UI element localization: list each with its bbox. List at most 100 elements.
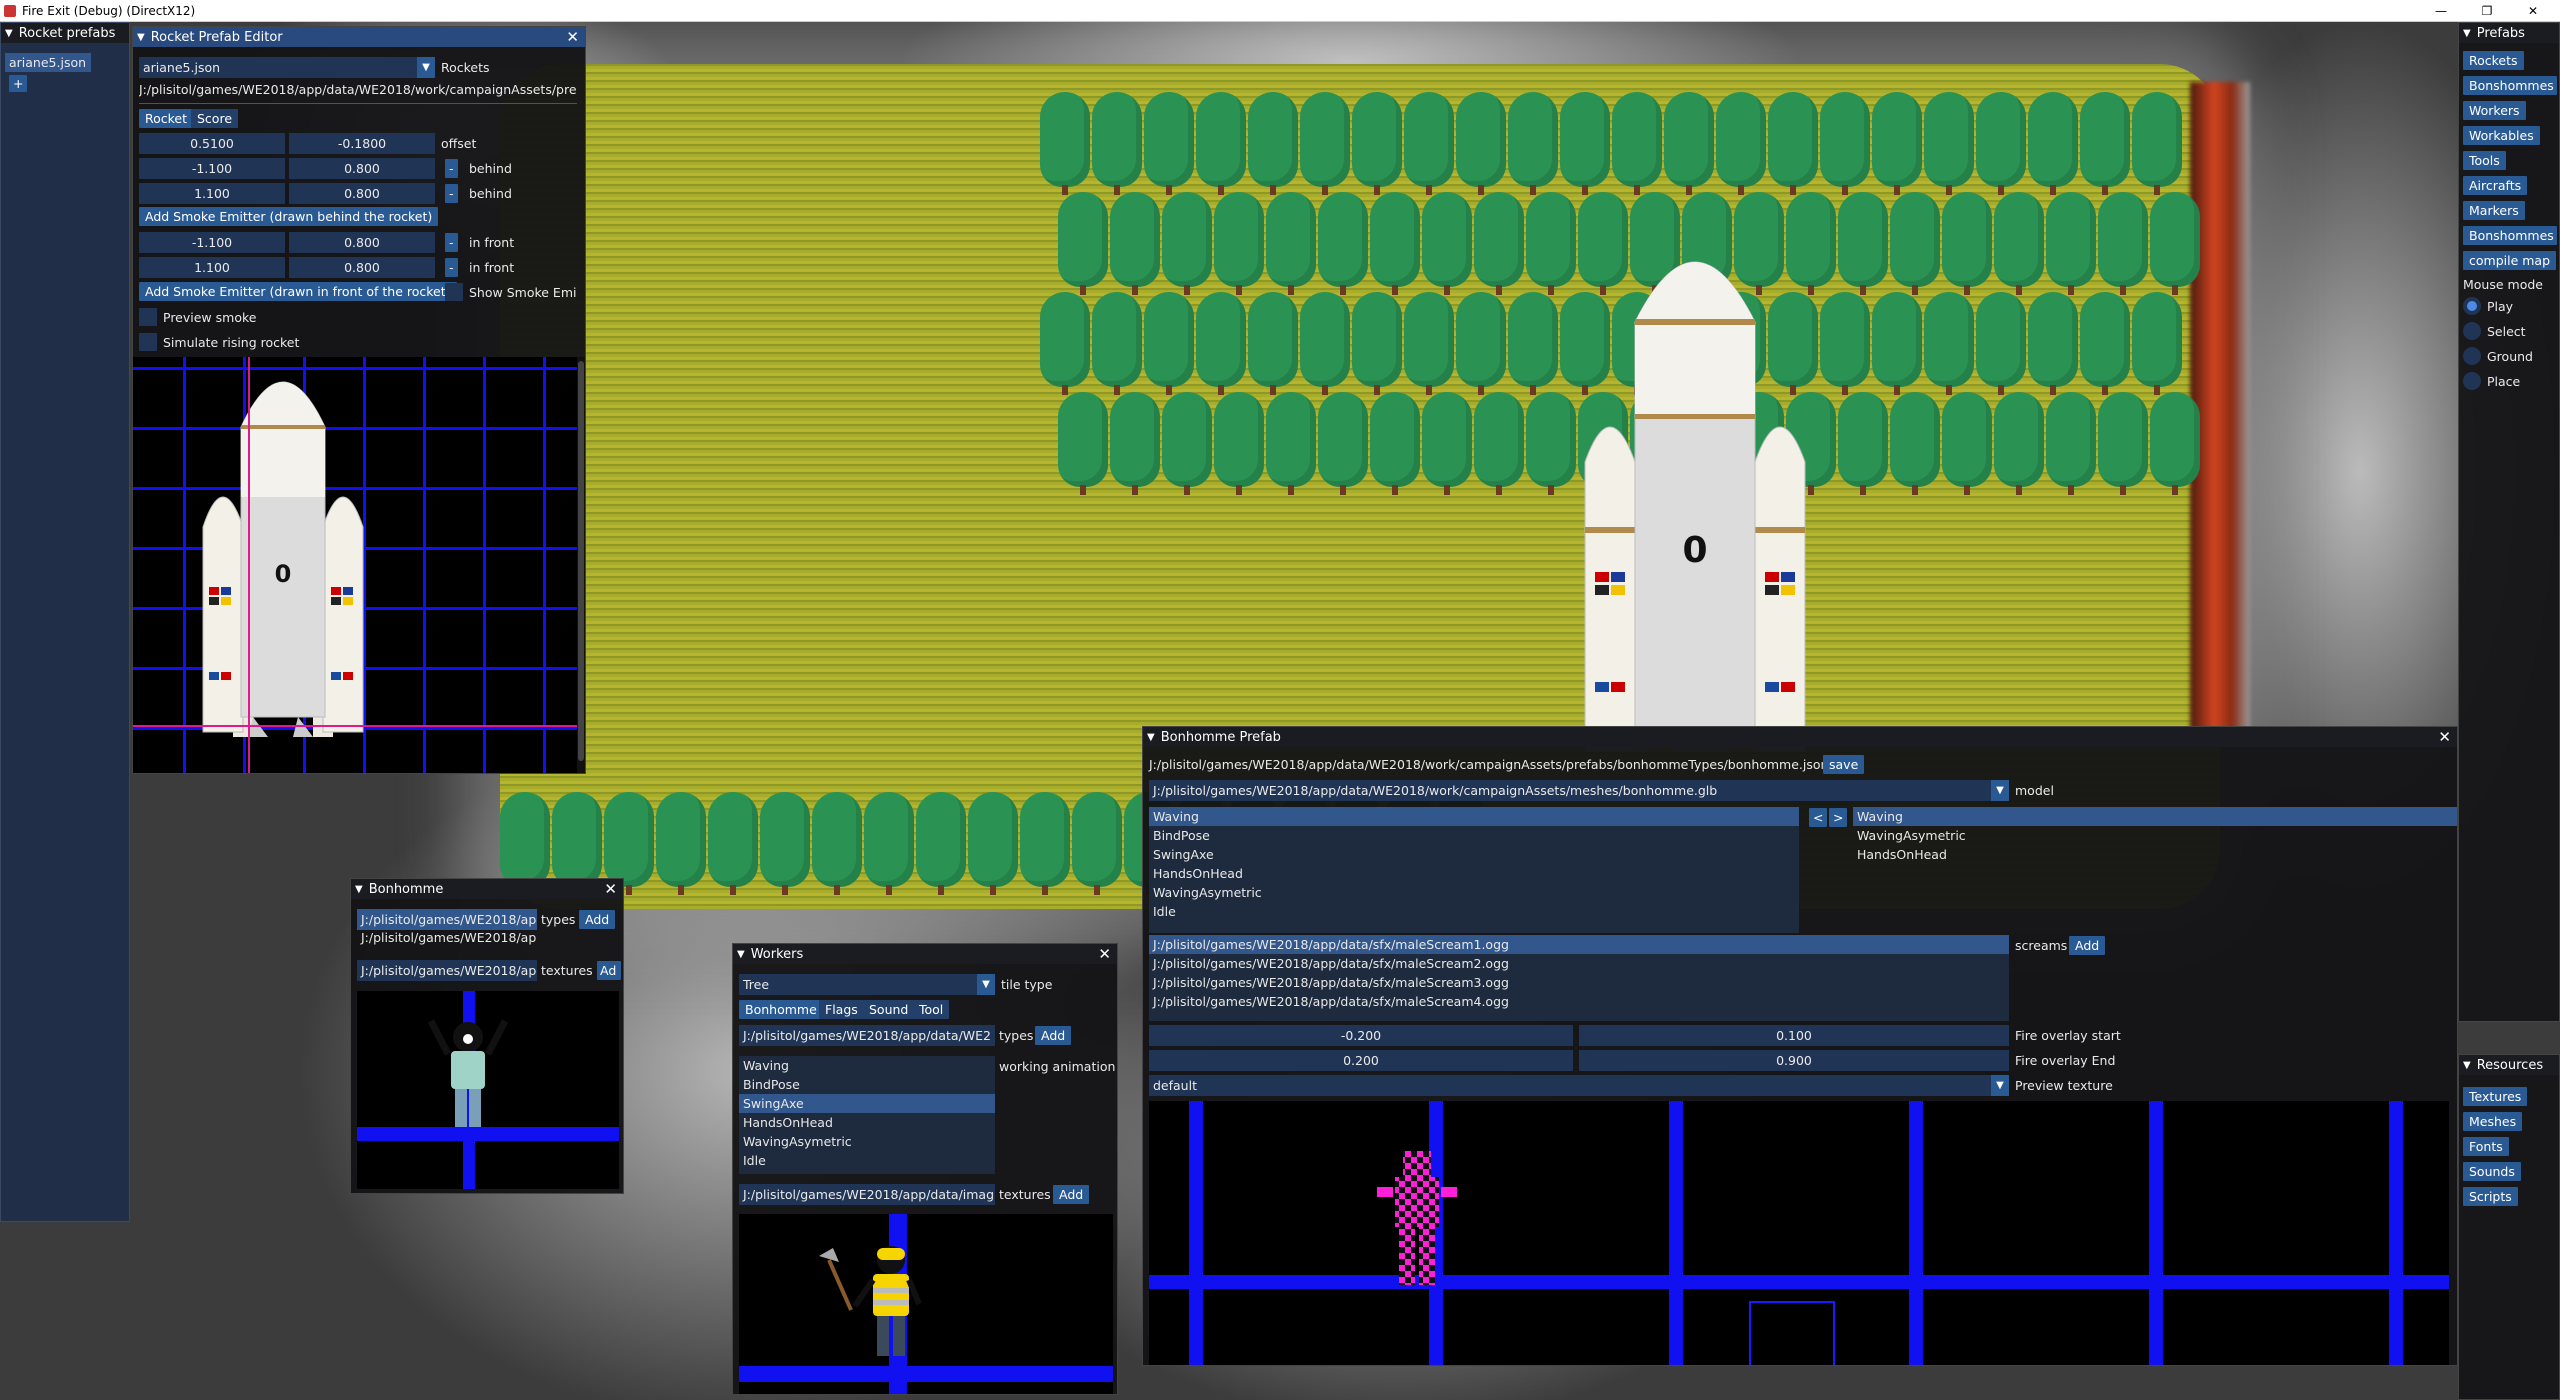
sidebar-item-tools[interactable]: Tools	[2463, 151, 2506, 170]
tab-rocket[interactable]: Rocket	[139, 109, 194, 128]
list-item[interactable]: Idle	[1149, 902, 1799, 921]
sidebar-item-bonshommes[interactable]: Bonshommes	[2463, 76, 2557, 95]
list-item[interactable]: WavingAsymetric	[1853, 826, 2457, 845]
tab-tool[interactable]: Tool	[913, 1000, 950, 1019]
front-emitter-x-input[interactable]: -1.100	[139, 232, 285, 253]
list-item[interactable]: HandsOnHead	[1149, 864, 1799, 883]
worker-texture-path[interactable]: J:/plisitol/games/WE2018/app/data/imag	[739, 1184, 995, 1205]
list-item[interactable]: WavingAsymetric	[739, 1132, 995, 1151]
add-texture-button[interactable]: Add	[1053, 1185, 1090, 1204]
front-emitter-y-input[interactable]: 0.800	[289, 257, 435, 278]
fire-overlay-end-a[interactable]: 0.200	[1149, 1050, 1573, 1071]
restore-icon[interactable]: ❐	[2464, 0, 2510, 22]
list-item[interactable]: Idle	[739, 1151, 995, 1170]
preview-smoke-checkbox[interactable]	[139, 308, 157, 326]
add-rocket-prefab-button[interactable]: +	[9, 75, 28, 92]
remove-emitter-button[interactable]: -	[445, 233, 458, 252]
mouse-mode-radio-place[interactable]	[2463, 372, 2481, 390]
fire-overlay-start-b[interactable]: 0.100	[1579, 1025, 2009, 1046]
sidebar-item-workers[interactable]: Workers	[2463, 101, 2526, 120]
list-item[interactable]: HandsOnHead	[739, 1113, 995, 1132]
list-item[interactable]: BindPose	[1149, 826, 1799, 845]
sidebar-item-aircrafts[interactable]: Aircrafts	[2463, 176, 2528, 195]
save-button[interactable]: save	[1823, 755, 1865, 774]
list-item[interactable]: Waving	[1149, 807, 1799, 826]
fire-overlay-start-a[interactable]: -0.200	[1149, 1025, 1573, 1046]
sidebar-item-fonts[interactable]: Fonts	[2463, 1137, 2509, 1156]
list-item[interactable]: HandsOnHead	[1853, 845, 2457, 864]
sidebar-item-rockets[interactable]: Rockets	[2463, 51, 2524, 70]
bonhomme-texture-path[interactable]: J:/plisitol/games/WE2018/ap	[357, 960, 537, 981]
sidebar-item-meshes[interactable]: Meshes	[2463, 1112, 2523, 1131]
close-window-icon[interactable]: ✕	[2510, 0, 2556, 22]
worker-type-path[interactable]: J:/plisitol/games/WE2018/app/data/WE2	[739, 1025, 995, 1046]
behind-emitter-y-input[interactable]: 0.800	[289, 158, 435, 179]
move-left-button[interactable]: <	[1809, 808, 1828, 827]
list-item[interactable]: Waving	[739, 1056, 995, 1075]
selected-animations-list[interactable]: Waving WavingAsymetric HandsOnHead	[1853, 807, 2457, 933]
working-animation-list[interactable]: Waving BindPose SwingAxe HandsOnHead WavingA…	[739, 1056, 995, 1174]
add-scream-button[interactable]: Add	[2069, 936, 2106, 955]
behind-emitter-y-input[interactable]: 0.800	[289, 183, 435, 204]
close-icon[interactable]: ✕	[604, 880, 617, 898]
tile-type-select[interactable]: Tree ▼	[739, 974, 995, 995]
mouse-mode-radio-ground[interactable]	[2463, 347, 2481, 365]
list-item[interactable]: J:/plisitol/games/WE2018/app/data/sfx/ma…	[1149, 954, 2009, 973]
list-item[interactable]: J:/plisitol/games/WE2018/app/data/sfx/ma…	[1149, 973, 2009, 992]
add-type-button[interactable]: Add	[579, 910, 616, 929]
rocket-prefab-item[interactable]: ariane5.json	[5, 53, 91, 72]
sidebar-item-bonshommes[interactable]: Bonshommes	[2463, 226, 2557, 245]
model-select[interactable]: J:/plisitol/games/WE2018/app/data/WE2018…	[1149, 780, 2009, 801]
bonhomme-prefab-preview[interactable]	[1149, 1101, 2449, 1365]
sidebar-item-scripts[interactable]: Scripts	[2463, 1187, 2518, 1206]
remove-emitter-button[interactable]: -	[445, 184, 458, 203]
game-rocket[interactable]: 0	[1555, 242, 1835, 752]
add-texture-button[interactable]: Ad	[597, 961, 621, 980]
worker-preview-canvas[interactable]	[739, 1214, 1113, 1394]
offset-x-input[interactable]: 0.5100	[139, 133, 285, 154]
list-item[interactable]: J:/plisitol/games/WE2018/app/data/sfx/ma…	[1149, 935, 2009, 954]
list-item[interactable]: Waving	[1853, 807, 2457, 826]
front-emitter-y-input[interactable]: 0.800	[289, 232, 435, 253]
mouse-mode-radio-play[interactable]	[2463, 297, 2481, 315]
show-smoke-checkbox[interactable]	[445, 283, 463, 301]
close-icon[interactable]: ✕	[566, 28, 579, 46]
fire-overlay-end-b[interactable]: 0.900	[1579, 1050, 2009, 1071]
list-item[interactable]: J:/plisitol/games/WE2018/app/data/sfx/ma…	[1149, 992, 2009, 1011]
tab-sound[interactable]: Sound	[863, 1000, 915, 1019]
close-icon[interactable]: ✕	[1098, 945, 1111, 963]
close-icon[interactable]: ✕	[2438, 728, 2451, 746]
available-animations-list[interactable]: Waving BindPose SwingAxe HandsOnHead WavingA…	[1149, 807, 1799, 933]
tab-flags[interactable]: Flags	[819, 1000, 864, 1019]
offset-y-input[interactable]: -0.1800	[289, 133, 435, 154]
simulate-rocket-checkbox[interactable]	[139, 333, 157, 351]
sidebar-item-compile-map[interactable]: compile map	[2463, 251, 2557, 270]
list-item[interactable]: SwingAxe	[739, 1094, 995, 1113]
bonhomme-type-path[interactable]: J:/plisitol/games/WE2018/ap	[357, 927, 537, 948]
move-right-button[interactable]: >	[1829, 808, 1848, 827]
add-smoke-emitter-front-button[interactable]: Add Smoke Emitter (drawn in front of the…	[139, 282, 457, 301]
sidebar-item-markers[interactable]: Markers	[2463, 201, 2525, 220]
minimize-icon[interactable]: —	[2418, 0, 2464, 22]
rocket-file-select[interactable]: ariane5.json ▼	[139, 57, 435, 78]
add-smoke-emitter-behind-button[interactable]: Add Smoke Emitter (drawn behind the rock…	[139, 207, 439, 226]
scrollbar[interactable]	[577, 357, 585, 773]
front-emitter-x-input[interactable]: 1.100	[139, 257, 285, 278]
mouse-mode-radio-select[interactable]	[2463, 322, 2481, 340]
screams-list[interactable]: J:/plisitol/games/WE2018/app/data/sfx/ma…	[1149, 935, 2009, 1021]
sidebar-item-sounds[interactable]: Sounds	[2463, 1162, 2521, 1181]
sidebar-item-workables[interactable]: Workables	[2463, 126, 2540, 145]
tab-bonhomme[interactable]: Bonhomme	[739, 1000, 823, 1019]
behind-emitter-x-input[interactable]: -1.100	[139, 158, 285, 179]
tab-score[interactable]: Score	[191, 109, 239, 128]
list-item[interactable]: WavingAsymetric	[1149, 883, 1799, 902]
preview-texture-select[interactable]: default ▼	[1149, 1075, 2009, 1096]
rocket-preview-canvas[interactable]: 0	[133, 357, 577, 773]
behind-emitter-x-input[interactable]: 1.100	[139, 183, 285, 204]
remove-emitter-button[interactable]: -	[445, 159, 458, 178]
list-item[interactable]: BindPose	[739, 1075, 995, 1094]
remove-emitter-button[interactable]: -	[445, 258, 458, 277]
add-type-button[interactable]: Add	[1035, 1026, 1072, 1045]
sidebar-item-textures[interactable]: Textures	[2463, 1087, 2528, 1106]
bonhomme-preview-canvas[interactable]	[357, 991, 619, 1189]
